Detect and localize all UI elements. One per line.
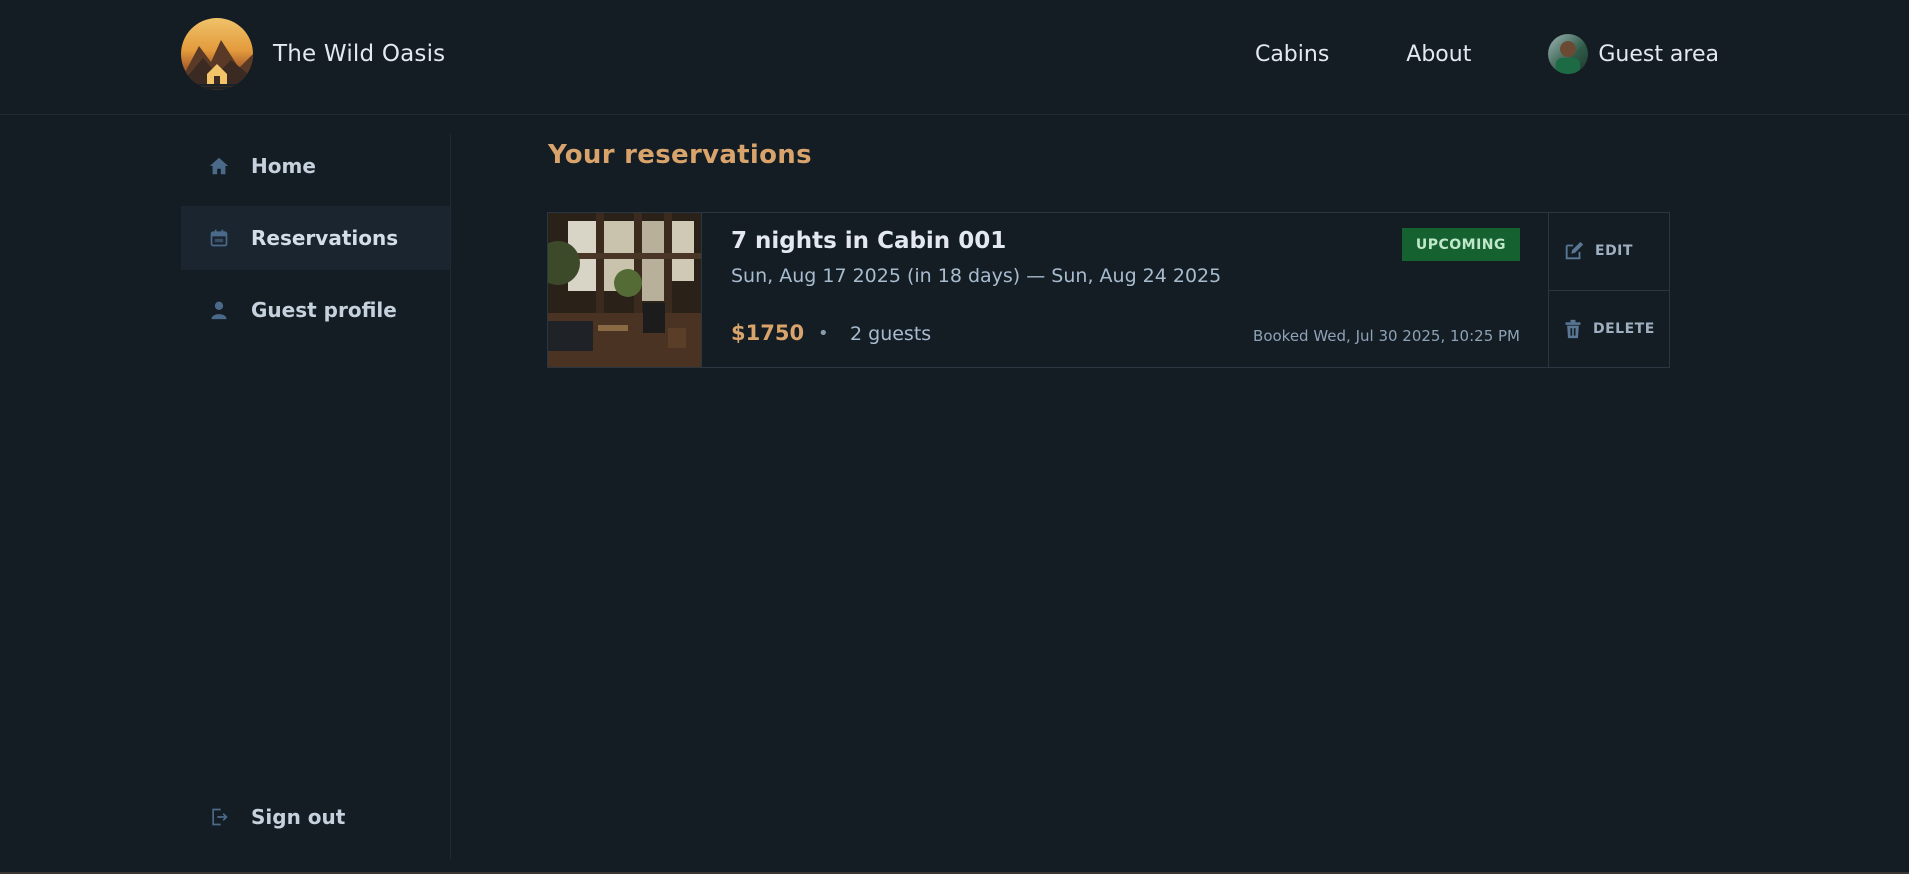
home-icon (207, 154, 231, 178)
calendar-icon (207, 226, 231, 250)
reservation-price: $1750 (731, 321, 805, 345)
guest-area-label: Guest area (1598, 41, 1719, 67)
reservation-guests: 2 guests (850, 323, 932, 345)
nav-guest-area-link[interactable]: Guest area (1548, 34, 1719, 74)
avatar (1548, 34, 1589, 74)
sidebar: Home Reservations Guest profile Sign out (181, 134, 451, 859)
reservation-actions: EDIT DELETE (1548, 213, 1669, 367)
sidebar-item-label: Home (251, 154, 316, 178)
page-title: Your reservations (548, 140, 812, 170)
edit-label: EDIT (1595, 243, 1633, 260)
cabin-image (548, 213, 701, 367)
top-header: The Wild Oasis Cabins About Guest area (0, 0, 1909, 115)
edit-button[interactable]: EDIT (1549, 213, 1669, 291)
sidebar-item-reservations[interactable]: Reservations (181, 206, 450, 270)
nav-cabins-link[interactable]: Cabins (1255, 42, 1329, 67)
sign-out-label: Sign out (251, 805, 346, 829)
delete-button[interactable]: DELETE (1549, 291, 1669, 368)
separator-dot: • (818, 323, 829, 344)
brand-name: The Wild Oasis (273, 41, 446, 67)
sidebar-item-guest-profile[interactable]: Guest profile (181, 278, 450, 342)
delete-label: DELETE (1593, 320, 1655, 337)
reservation-details: 7 nights in Cabin 001 Sun, Aug 17 2025 (… (701, 213, 1548, 367)
user-icon (207, 298, 231, 322)
sign-out-button[interactable]: Sign out (181, 785, 451, 849)
sign-out-icon (207, 805, 231, 829)
pencil-icon (1563, 240, 1585, 262)
booked-date: Booked Wed, Jul 30 2025, 10:25 PM (1253, 327, 1520, 345)
sidebar-item-label: Guest profile (251, 298, 397, 322)
sidebar-item-home[interactable]: Home (181, 134, 450, 198)
trash-icon (1563, 318, 1583, 340)
nav-about-link[interactable]: About (1406, 42, 1471, 67)
sidebar-item-label: Reservations (251, 226, 399, 250)
reservation-title: 7 nights in Cabin 001 (731, 228, 1007, 254)
logo-image (181, 18, 253, 90)
reservation-dates: Sun, Aug 17 2025 (in 18 days) — Sun, Aug… (731, 265, 1222, 287)
status-badge: UPCOMING (1401, 228, 1520, 261)
brand-logo-link[interactable]: The Wild Oasis (181, 18, 445, 90)
reservation-card: 7 nights in Cabin 001 Sun, Aug 17 2025 (… (547, 212, 1670, 368)
main-nav: Cabins About Guest area (1255, 34, 1719, 74)
